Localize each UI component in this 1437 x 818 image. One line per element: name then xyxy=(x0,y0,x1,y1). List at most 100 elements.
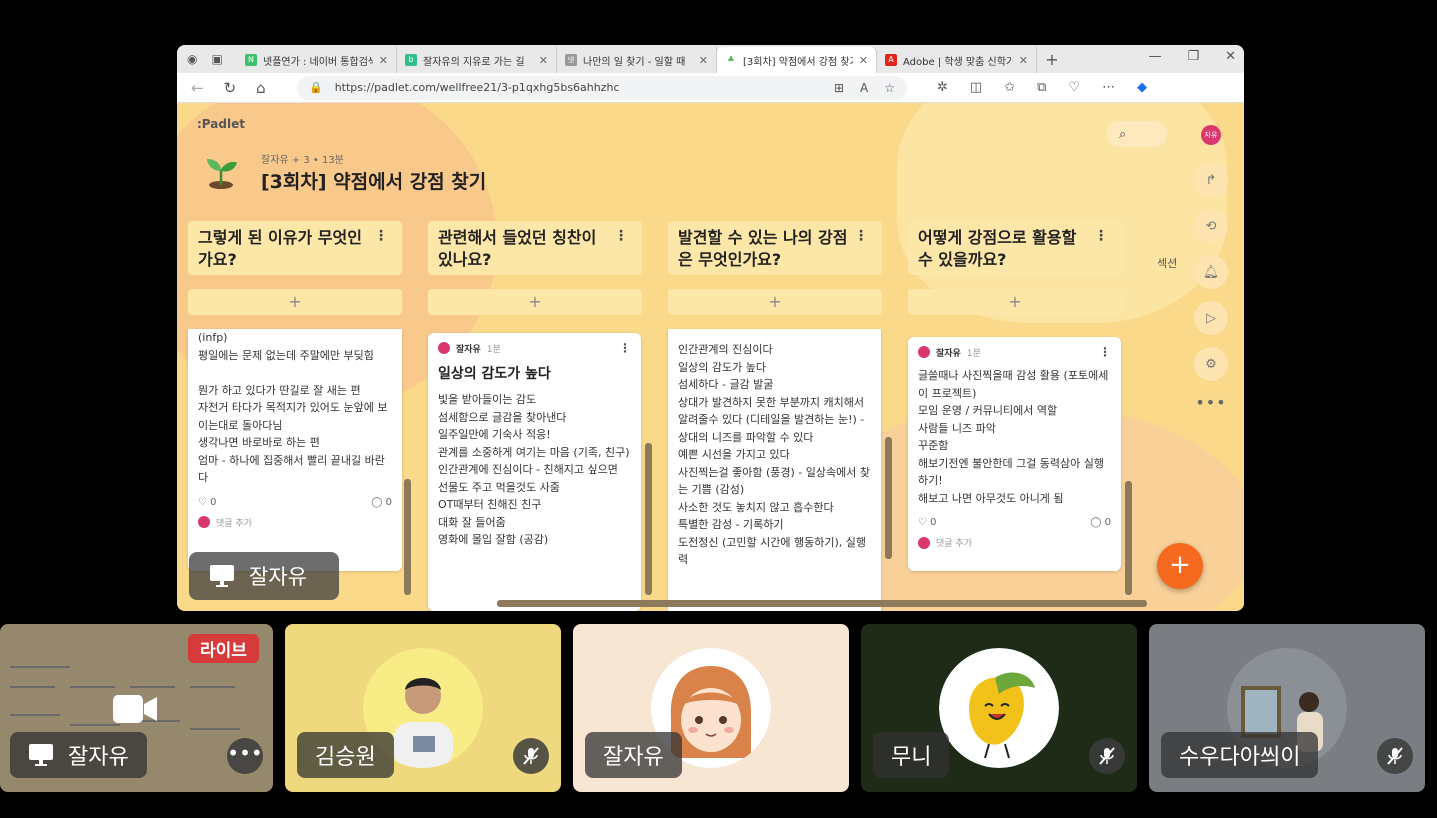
browser-tab-active[interactable]: ♣ [3회차] 약점에서 강점 찾기 ✕ xyxy=(717,47,877,73)
tab-actions-icon[interactable]: ▣ xyxy=(211,52,222,66)
tab-favicon: A xyxy=(885,54,897,66)
extensions-icon[interactable]: ✲ xyxy=(937,80,948,95)
restore-icon[interactable]: ❐ xyxy=(1187,49,1199,64)
tab-favicon: b xyxy=(405,54,417,66)
participant-tile[interactable]: 라이브 잘자유 ••• xyxy=(0,624,273,792)
share-icon[interactable]: ↱ xyxy=(1194,163,1228,197)
tab-title: 잘자유의 지유로 가는 길 xyxy=(423,56,525,68)
post-time: 1분 xyxy=(486,344,501,355)
search-button[interactable]: ⌕ xyxy=(1107,121,1167,147)
close-icon[interactable]: ✕ xyxy=(859,54,868,67)
participant-tile[interactable]: 김승원 xyxy=(285,624,561,792)
comment-icon: ◯ xyxy=(371,496,383,508)
post-card[interactable]: (infp) 평일에는 문제 없는데 주말에만 부딪힘 뭔가 하고 있다가 딴길… xyxy=(188,329,402,571)
tab-favicon: 넷 xyxy=(565,54,577,66)
close-icon[interactable]: ✕ xyxy=(539,54,548,67)
profile-icon[interactable]: ◉ xyxy=(187,52,197,66)
split-screen-icon[interactable]: ◫ xyxy=(970,80,982,95)
column-title: 발견할 수 있는 나의 강점은 무엇인가요? xyxy=(678,228,848,269)
new-tab-icon[interactable]: + xyxy=(1037,50,1067,69)
add-post-button[interactable]: + xyxy=(668,289,882,315)
scrollbar[interactable] xyxy=(1125,481,1132,595)
scrollbar[interactable] xyxy=(645,443,652,595)
comment-prompt: 댓글 추가 xyxy=(936,539,972,549)
add-comment[interactable]: 댓글 추가 xyxy=(918,536,1111,549)
copilot-icon[interactable]: ◆ xyxy=(1137,80,1147,95)
settings-icon[interactable]: ⚙ xyxy=(1194,347,1228,381)
read-aloud-icon[interactable]: A xyxy=(860,81,868,95)
post-title: 일상의 감도가 높다 xyxy=(438,366,551,382)
back-icon[interactable]: ← xyxy=(191,79,204,97)
participant-tile[interactable]: 무니 xyxy=(861,624,1137,792)
more-vertical-icon[interactable]: ⋮ xyxy=(619,341,631,355)
screen-share-icon xyxy=(29,744,53,766)
comment-button[interactable]: ◯ 0 xyxy=(1090,517,1111,528)
add-comment[interactable]: 댓글 추가 xyxy=(198,516,392,529)
favorite-icon[interactable]: ☆ xyxy=(884,81,895,95)
add-post-button[interactable]: + xyxy=(188,289,402,315)
add-post-fab[interactable]: + xyxy=(1157,543,1203,589)
avatar xyxy=(918,536,930,549)
like-button[interactable]: ♡ 0 xyxy=(198,497,217,508)
participant-name-tag: 김승원 xyxy=(297,732,394,778)
refresh-icon[interactable]: ↻ xyxy=(224,79,237,97)
home-icon[interactable]: ⌂ xyxy=(256,79,266,97)
horizontal-scrollbar[interactable] xyxy=(497,600,1147,607)
column-header[interactable]: 관련해서 들었던 칭찬이 있나요? ⋮ xyxy=(428,221,642,275)
avatar[interactable]: 자유 xyxy=(1201,125,1221,145)
column-header[interactable]: 그렇게 된 이유가 무엇인가요? ⋮ xyxy=(188,221,402,275)
more-icon[interactable]: ⋯ xyxy=(1102,80,1115,95)
post-card[interactable]: 인간관계의 진심이다 일상의 감도가 높다 섬세하다 - 글감 발굴 상대가 발… xyxy=(668,329,881,611)
tab-title: [3회차] 약점에서 강점 찾기 xyxy=(743,56,853,68)
participant-name-tag: 잘자유 xyxy=(10,732,147,778)
tab-title: 넷플연가 : 네이버 통합검색 xyxy=(263,56,373,68)
more-options-button[interactable]: ••• xyxy=(227,738,263,774)
camera-icon xyxy=(113,695,157,723)
close-window-icon[interactable]: ✕ xyxy=(1225,49,1236,64)
mic-off-icon xyxy=(513,738,549,774)
slideshow-icon[interactable]: ▷ xyxy=(1194,301,1228,335)
padlet-logo[interactable]: :Padlet xyxy=(197,117,245,131)
shared-screen: ◉ ▣ N 넷플연가 : 네이버 통합검색 ✕ b 잘자유의 지유로 가는 길 … xyxy=(177,45,1244,611)
comment-button[interactable]: ◯ 0 xyxy=(371,497,392,508)
more-vertical-icon[interactable]: ⋮ xyxy=(374,225,388,247)
browser-tab[interactable]: N 넷플연가 : 네이버 통합검색 ✕ xyxy=(237,47,397,73)
column-header[interactable]: 어떻게 강점으로 활용할 수 있을까요? ⋮ xyxy=(908,221,1122,275)
browser-tab[interactable]: A Adobe | 학생 맞춤 신학기 ✕ xyxy=(877,47,1037,73)
section-label[interactable]: 섹션 xyxy=(1157,255,1177,271)
post-card[interactable]: 잘자유 1분 ⋮ 글쓸때나 사진찍을때 감성 활용 (포토에세이 프로젝트) 모… xyxy=(908,337,1121,571)
like-button[interactable]: ♡ 0 xyxy=(918,517,937,528)
collections-icon[interactable]: ⧉ xyxy=(1037,80,1046,95)
url-field[interactable]: 🔒 https://padlet.com/wellfree21/3-p1qxhg… xyxy=(297,75,907,100)
close-icon[interactable]: ✕ xyxy=(1019,54,1028,67)
add-post-button[interactable]: + xyxy=(908,289,1122,315)
scrollbar[interactable] xyxy=(885,437,892,559)
close-icon[interactable]: ✕ xyxy=(699,54,708,67)
mic-off-icon xyxy=(1089,738,1125,774)
participant-tile[interactable]: 잘자유 xyxy=(573,624,849,792)
participant-name: 무니 xyxy=(891,745,932,770)
column: 그렇게 된 이유가 무엇인가요? ⋮ + xyxy=(188,221,402,315)
minimize-icon[interactable]: — xyxy=(1148,49,1161,64)
close-icon[interactable]: ✕ xyxy=(379,54,388,67)
more-vertical-icon[interactable]: ⋮ xyxy=(854,225,868,247)
add-post-button[interactable]: + xyxy=(428,289,642,315)
bell-icon[interactable]: 🔔︎ xyxy=(1194,255,1228,289)
more-vertical-icon[interactable]: ⋮ xyxy=(614,225,628,247)
avatar xyxy=(438,342,450,354)
health-icon[interactable]: ♡ xyxy=(1068,80,1080,95)
browser-tab[interactable]: b 잘자유의 지유로 가는 길 ✕ xyxy=(397,47,557,73)
participant-tile[interactable]: 수우다아씌이 xyxy=(1149,624,1425,792)
browser-tab[interactable]: 넷 나만의 일 찾기 - 일할 때 ✕ xyxy=(557,47,717,73)
more-vertical-icon[interactable]: ⋮ xyxy=(1094,225,1108,247)
column: 관련해서 들었던 칭찬이 있나요? ⋮ + xyxy=(428,221,642,315)
participant-name: 잘자유 xyxy=(68,745,129,770)
favorites-icon[interactable]: ✩ xyxy=(1004,80,1015,95)
remix-icon[interactable]: ⟲ xyxy=(1194,209,1228,243)
more-vertical-icon[interactable]: ⋮ xyxy=(1099,345,1111,359)
apps-icon[interactable]: ⊞ xyxy=(834,81,844,95)
post-card[interactable]: 잘자유 1분 ⋮ 일상의 감도가 높다 빛을 받아들이는 감도 섬세함으로 글감… xyxy=(428,333,641,611)
scrollbar[interactable] xyxy=(404,479,411,595)
more-options-icon[interactable]: ••• xyxy=(1195,393,1226,412)
column-header[interactable]: 발견할 수 있는 나의 강점은 무엇인가요? ⋮ xyxy=(668,221,882,275)
